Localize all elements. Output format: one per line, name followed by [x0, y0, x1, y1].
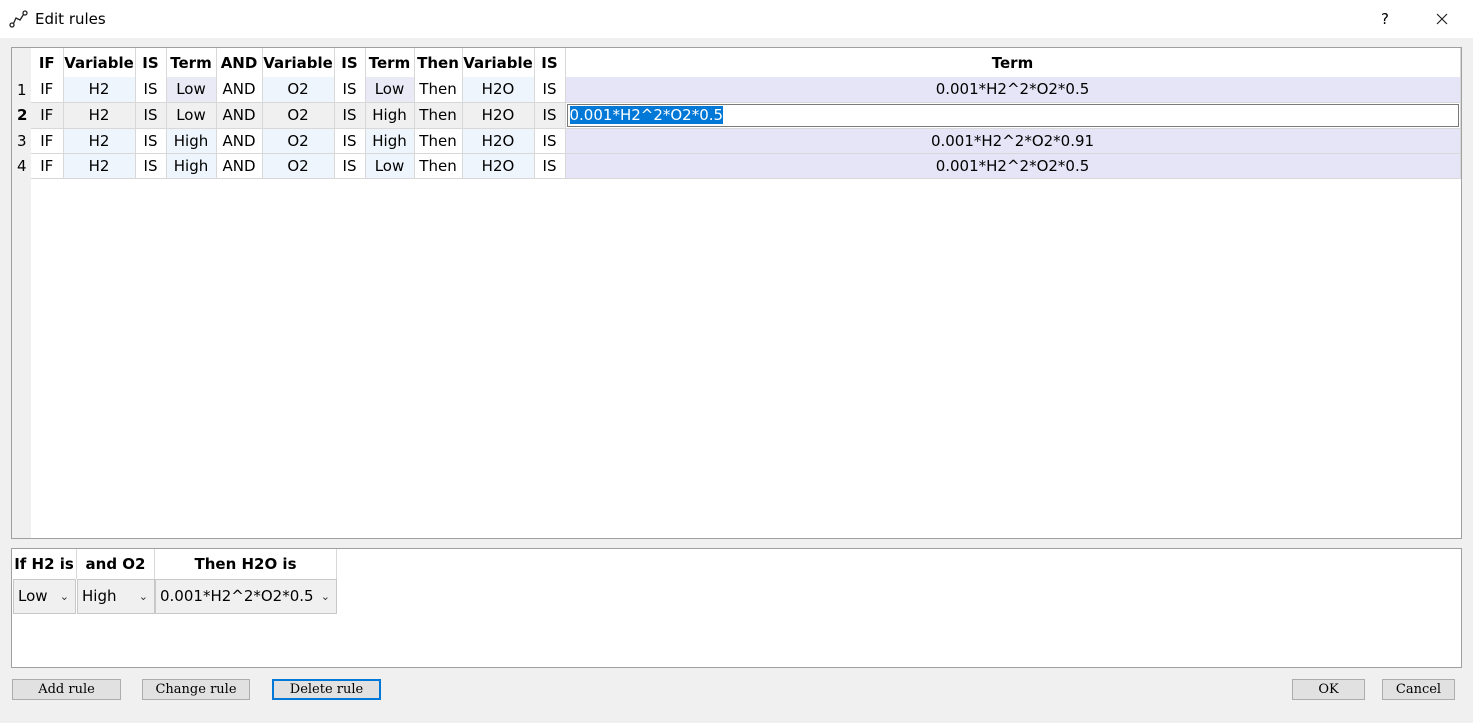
h2o-label: Then H2O is — [155, 549, 337, 579]
cell-edit-input[interactable]: 0.001*H2^2*O2*0.5 — [566, 103, 1459, 127]
title-bar: Edit rules ? — [0, 0, 1473, 38]
table-cell[interactable]: H2O — [462, 102, 535, 129]
table-cell[interactable]: IS — [534, 153, 566, 179]
table-cell[interactable]: Then — [414, 153, 463, 179]
table-row[interactable]: 3 IF H2 IS High AND O2 IS High Then H2O … — [12, 128, 1461, 154]
table-cell[interactable]: O2 — [262, 102, 335, 129]
table-cell[interactable]: Low — [166, 102, 217, 129]
rules-table: IF Variable IS Term AND Variable IS Term… — [12, 48, 1461, 179]
table-cell[interactable]: IF — [31, 153, 64, 179]
chevron-down-icon: ⌄ — [138, 590, 148, 603]
table-cell[interactable]: IS — [534, 128, 566, 154]
window-title: Edit rules — [35, 10, 106, 28]
column-header[interactable]: AND — [216, 48, 263, 77]
table-cell[interactable]: IF — [31, 77, 64, 103]
help-button[interactable]: ? — [1370, 6, 1400, 32]
table-cell[interactable]: O2 — [262, 153, 335, 179]
column-header[interactable]: Term — [365, 48, 415, 77]
table-cell[interactable]: IF — [31, 128, 64, 154]
close-icon — [1436, 13, 1448, 25]
table-cell[interactable]: IS — [135, 128, 167, 154]
row-number[interactable]: 2 — [12, 102, 31, 128]
table-cell[interactable]: O2 — [262, 77, 335, 103]
table-cell[interactable]: High — [166, 153, 217, 179]
h2-term-select[interactable]: Low ⌄ — [13, 579, 76, 614]
table-cell[interactable]: Low — [365, 153, 415, 179]
table-cell[interactable]: IS — [334, 128, 366, 154]
column-header[interactable]: Variable — [262, 48, 335, 77]
table-cell[interactable]: 0.001*H2^2*O2*0.91 — [565, 128, 1461, 154]
table-cell[interactable]: Then — [414, 128, 463, 154]
column-header[interactable]: IF — [31, 48, 64, 77]
graph-icon — [9, 10, 28, 28]
table-cell[interactable]: IS — [135, 102, 167, 129]
row-number[interactable]: 1 — [12, 77, 31, 102]
column-header[interactable]: Term — [565, 48, 1461, 77]
row-number[interactable]: 4 — [12, 153, 31, 178]
table-cell[interactable]: H2 — [63, 128, 136, 154]
table-cell[interactable]: IS — [334, 153, 366, 179]
table-cell[interactable]: AND — [216, 77, 263, 103]
table-cell[interactable]: Then — [414, 77, 463, 103]
row-number[interactable]: 3 — [12, 128, 31, 153]
table-row[interactable]: 1 IF H2 IS Low AND O2 IS Low Then H2O IS… — [12, 77, 1461, 103]
column-header[interactable]: Term — [166, 48, 217, 77]
o2-term-select[interactable]: High ⌄ — [77, 579, 155, 614]
cell-editor-container[interactable]: 0.001*H2^2*O2*0.5 — [565, 102, 1461, 129]
table-cell[interactable]: Low — [166, 77, 217, 103]
table-cell[interactable]: AND — [216, 102, 263, 129]
column-header[interactable]: Variable — [63, 48, 136, 77]
chevron-down-icon: ⌄ — [320, 590, 330, 603]
table-cell[interactable]: H2O — [462, 128, 535, 154]
rules-table-frame: IF Variable IS Term AND Variable IS Term… — [11, 47, 1462, 539]
add-rule-button[interactable]: Add rule — [12, 679, 121, 700]
column-header[interactable]: IS — [534, 48, 566, 77]
table-corner — [12, 48, 31, 77]
table-cell[interactable]: O2 — [262, 128, 335, 154]
table-header-row: IF Variable IS Term AND Variable IS Term… — [12, 48, 1461, 77]
column-header[interactable]: IS — [135, 48, 167, 77]
chevron-down-icon: ⌄ — [59, 590, 69, 603]
cancel-button[interactable]: Cancel — [1382, 679, 1455, 700]
column-header[interactable]: IS — [334, 48, 366, 77]
table-cell[interactable]: AND — [216, 128, 263, 154]
h2-label: If H2 is — [12, 549, 77, 579]
table-cell[interactable]: High — [365, 128, 415, 154]
table-cell[interactable]: High — [166, 128, 217, 154]
h2-term-value: Low — [18, 587, 48, 605]
table-cell[interactable]: H2 — [63, 153, 136, 179]
table-cell[interactable]: IS — [135, 77, 167, 103]
table-cell[interactable]: Low — [365, 77, 415, 103]
table-cell[interactable]: 0.001*H2^2*O2*0.5 — [565, 153, 1461, 179]
change-rule-button[interactable]: Change rule — [142, 679, 250, 700]
delete-rule-button[interactable]: Delete rule — [272, 679, 381, 700]
selected-text[interactable]: 0.001*H2^2*O2*0.5 — [569, 105, 724, 124]
table-cell[interactable]: IS — [135, 153, 167, 179]
o2-term-value: High — [82, 587, 117, 605]
table-cell[interactable]: IS — [534, 102, 566, 129]
table-cell[interactable]: H2 — [63, 77, 136, 103]
table-cell[interactable]: IS — [334, 102, 366, 129]
table-cell[interactable]: IF — [31, 102, 64, 129]
close-button[interactable] — [1427, 6, 1457, 32]
table-cell[interactable]: Then — [414, 102, 463, 129]
table-cell[interactable]: High — [365, 102, 415, 129]
table-cell[interactable]: H2O — [462, 77, 535, 103]
table-cell[interactable]: IS — [534, 77, 566, 103]
table-row[interactable]: 4 IF H2 IS High AND O2 IS Low Then H2O I… — [12, 153, 1461, 179]
ok-button[interactable]: OK — [1292, 679, 1365, 700]
rule-editor-panel: If H2 is and O2 is Then H2O is Low ⌄ Hig… — [11, 548, 1462, 668]
table-cell[interactable]: 0.001*H2^2*O2*0.5 — [565, 77, 1461, 103]
column-header[interactable]: Variable — [462, 48, 535, 77]
table-cell[interactable]: H2 — [63, 102, 136, 129]
h2o-term-select[interactable]: 0.001*H2^2*O2*0.5 ⌄ — [155, 579, 337, 614]
column-header[interactable]: Then — [414, 48, 463, 77]
h2o-term-value: 0.001*H2^2*O2*0.5 — [160, 587, 314, 605]
table-cell[interactable]: IS — [334, 77, 366, 103]
table-row-selected[interactable]: 2 IF H2 IS Low AND O2 IS High Then H2O I… — [12, 102, 1461, 129]
o2-label: and O2 is — [77, 549, 155, 603]
table-cell[interactable]: H2O — [462, 153, 535, 179]
table-cell[interactable]: AND — [216, 153, 263, 179]
